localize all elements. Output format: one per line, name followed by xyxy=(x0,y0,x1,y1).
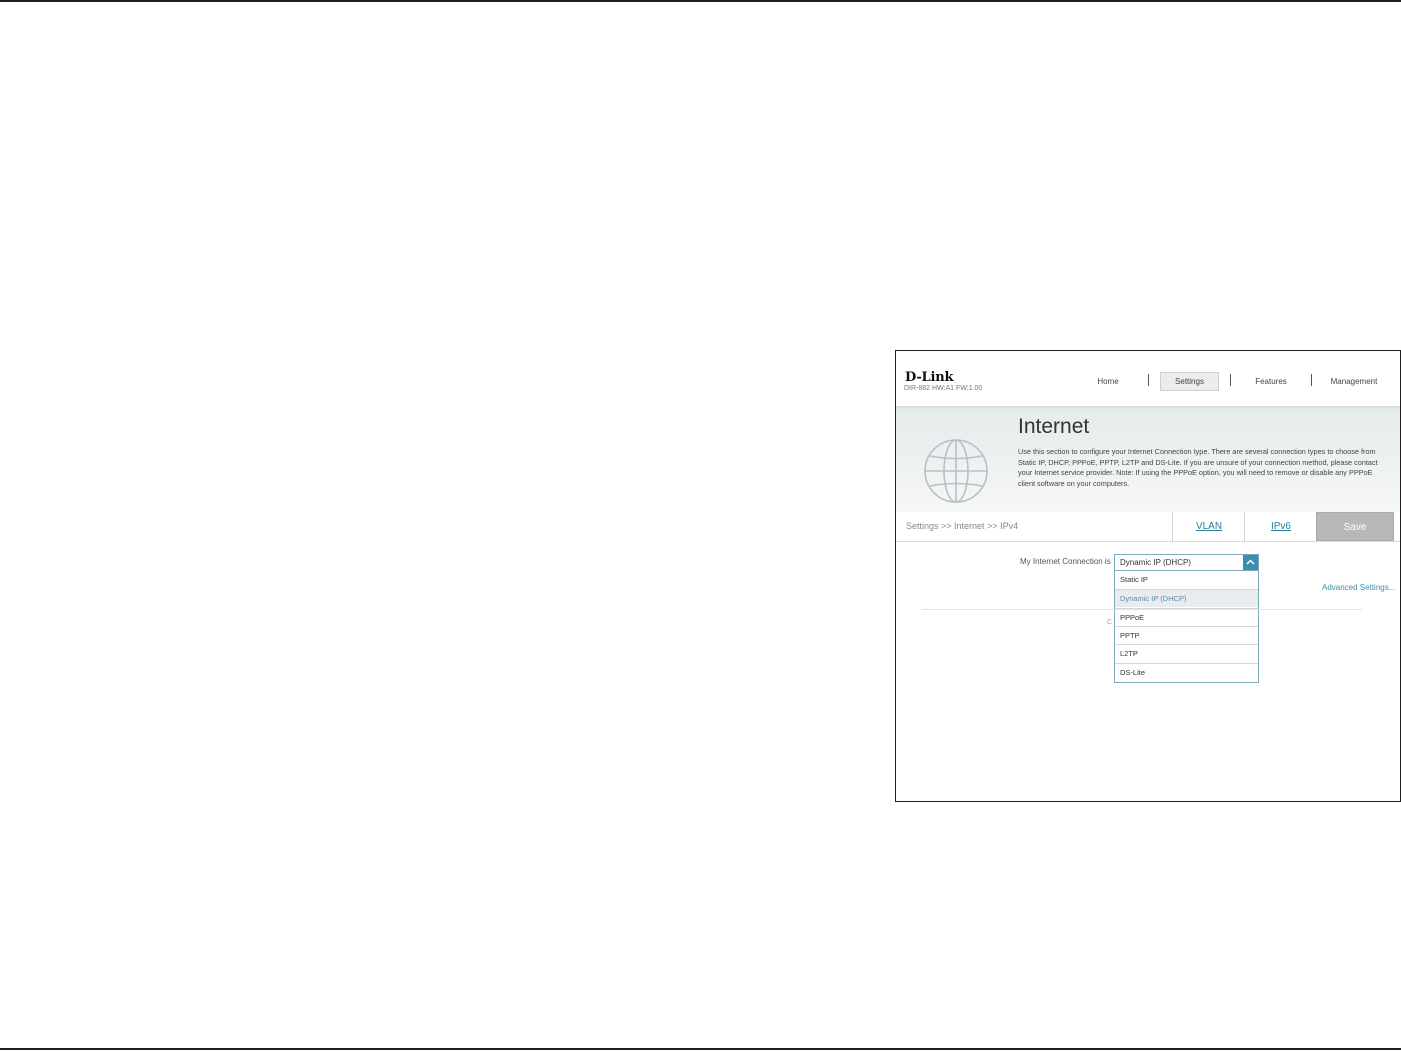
connection-type-value: Dynamic IP (DHCP) xyxy=(1120,558,1191,567)
option-ds-lite[interactable]: DS-Lite xyxy=(1115,663,1258,681)
nav-management[interactable]: Management xyxy=(1322,373,1386,390)
globe-icon xyxy=(924,439,988,503)
dlink-logo: D-Link xyxy=(905,370,954,385)
nav-settings[interactable]: Settings xyxy=(1160,372,1219,391)
advanced-settings-link[interactable]: Advanced Settings... xyxy=(1322,583,1395,592)
router-screenshot: D-Link DIR-882 HW:A1 FW:1.00 Home Settin… xyxy=(895,350,1401,802)
option-l2tp[interactable]: L2TP xyxy=(1115,644,1258,662)
nav-separator xyxy=(1230,374,1231,386)
top-rule xyxy=(0,0,1401,2)
section-divider xyxy=(922,609,1362,610)
tab-ipv6[interactable]: IPv6 xyxy=(1244,512,1317,541)
nav-separator xyxy=(1311,374,1312,386)
page-description: Use this section to configure your Inter… xyxy=(1018,447,1378,488)
connection-type-label: My Internet Connection is xyxy=(1020,557,1111,566)
bottom-rule xyxy=(0,1048,1401,1050)
option-pppoe[interactable]: PPPoE xyxy=(1115,608,1258,626)
nav-separator xyxy=(1148,374,1149,386)
option-pptp[interactable]: PPTP xyxy=(1115,626,1258,644)
connection-type-select[interactable]: Dynamic IP (DHCP) xyxy=(1114,554,1259,571)
breadcrumb: Settings >> Internet >> IPv4 xyxy=(906,521,1019,531)
breadcrumb-bar: Settings >> Internet >> IPv4 VLAN IPv6 S… xyxy=(896,512,1400,542)
nav-features[interactable]: Features xyxy=(1242,373,1300,390)
model-info: DIR-882 HW:A1 FW:1.00 xyxy=(904,385,983,392)
page-title: Internet xyxy=(1018,415,1090,438)
save-button[interactable]: Save xyxy=(1316,512,1394,541)
router-header: D-Link DIR-882 HW:A1 FW:1.00 Home Settin… xyxy=(896,351,1400,407)
chevron-up-icon[interactable] xyxy=(1243,555,1258,570)
connection-type-dropdown: Static IP Dynamic IP (DHCP) PPPoE PPTP L… xyxy=(1114,570,1259,683)
obscured-text: C xyxy=(1107,619,1113,626)
option-static-ip[interactable]: Static IP xyxy=(1115,571,1258,589)
nav-home[interactable]: Home xyxy=(1080,373,1136,390)
tab-vlan[interactable]: VLAN xyxy=(1172,512,1245,541)
option-dynamic-ip[interactable]: Dynamic IP (DHCP) xyxy=(1115,589,1258,607)
